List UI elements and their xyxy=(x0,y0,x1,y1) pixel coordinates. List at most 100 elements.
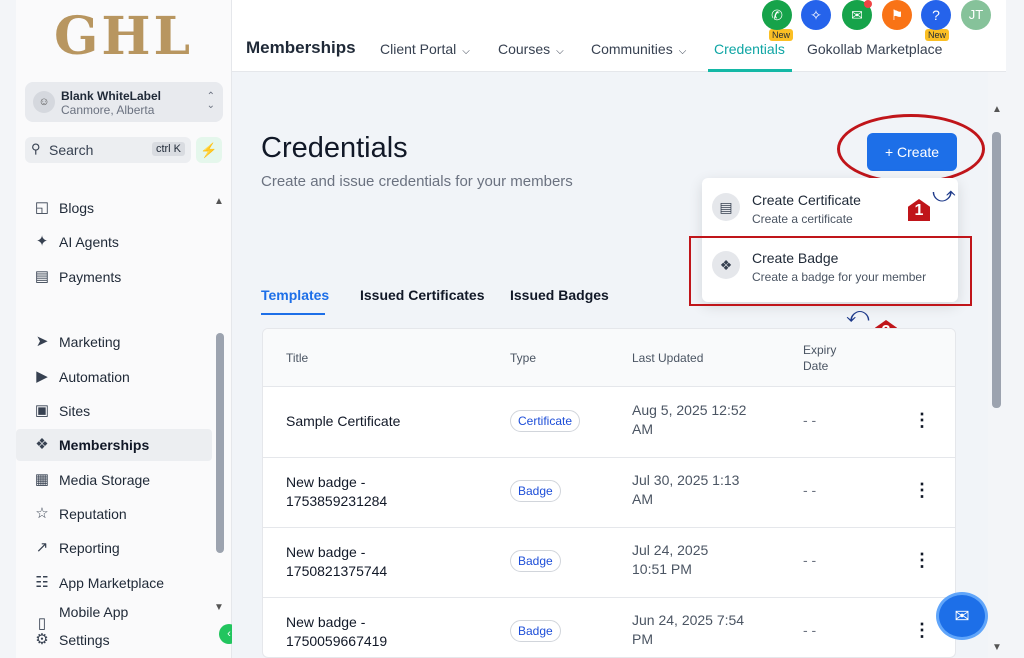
main-scrollbar[interactable]: ▲ ▼ xyxy=(990,104,1004,658)
title-line1: New badge - xyxy=(286,474,366,490)
sidebar-item-settings[interactable]: ⚙ Settings xyxy=(16,624,212,656)
sidebar-scroll-down-icon[interactable]: ▼ xyxy=(214,602,224,613)
chevron-down-icon: ⌵ xyxy=(678,46,687,57)
search-input[interactable]: ⚲ Search ctrl K xyxy=(25,137,191,163)
account-avatar-icon: ☺ xyxy=(33,91,55,113)
new-badge: New xyxy=(925,29,950,41)
title-line2: 1753859231284 xyxy=(286,493,388,509)
more-options-icon[interactable]: ⋮ xyxy=(913,410,931,431)
tab-credentials[interactable]: Credentials xyxy=(714,41,785,57)
award-icon: ❖ xyxy=(35,436,49,453)
row-title: Sample Certificate xyxy=(286,413,401,429)
annotation-arrow-1: ⤻ xyxy=(932,182,956,207)
sidebar-item-label: Mobile App xyxy=(59,604,129,620)
table-row[interactable]: Sample Certificate Certificate Aug 5, 20… xyxy=(263,388,955,458)
certificate-icon: ▤ xyxy=(712,193,740,221)
help-icon[interactable]: ? xyxy=(921,0,951,30)
notification-dot xyxy=(864,0,872,8)
quick-action-bolt-icon[interactable]: ⚡ xyxy=(196,137,222,163)
updated-line2: AM xyxy=(632,421,653,437)
browser-icon: ▣ xyxy=(34,402,50,419)
table-header: Title Type Last Updated Expiry Date xyxy=(263,329,955,387)
sidebar-item-ai-agents[interactable]: ✦ AI Agents xyxy=(16,226,212,258)
tab-label: Credentials xyxy=(714,41,785,57)
sidebar-item-label: App Marketplace xyxy=(59,575,165,591)
type-badge: Certificate xyxy=(510,410,581,432)
table-row[interactable]: New badge - 1750059667419 Badge Jun 24, 2… xyxy=(263,598,955,657)
more-options-icon[interactable]: ⋮ xyxy=(913,620,931,641)
title-line2: 1750821375744 xyxy=(286,563,388,579)
sidebar-item-media-storage[interactable]: ▦ Media Storage xyxy=(16,464,212,496)
scroll-down-icon[interactable]: ▼ xyxy=(992,642,1002,653)
sidebar-item-reporting[interactable]: ↗ Reporting xyxy=(16,532,212,564)
main-content: Credentials Create and issue credentials… xyxy=(232,72,988,658)
sidebar-item-memberships[interactable]: ❖ Memberships xyxy=(16,429,212,461)
tab-issued-badges[interactable]: Issued Badges xyxy=(510,287,609,303)
table-row[interactable]: New badge - 1753859231284 Badge Jul 30, 2… xyxy=(263,458,955,528)
chevron-updown-icon: ⌃ ⌄ xyxy=(206,91,215,111)
tab-issued-certificates[interactable]: Issued Certificates xyxy=(360,287,485,303)
updated-line1: Jun 24, 2025 7:54 xyxy=(632,612,745,628)
annotation-ring xyxy=(837,114,985,184)
updated-line1: Jul 24, 2025 xyxy=(632,542,709,558)
sidebar-item-label: Reporting xyxy=(59,540,120,556)
tab-communities[interactable]: Communities ⌵ xyxy=(591,41,686,57)
search-label: Search xyxy=(49,142,94,158)
type-badge: Badge xyxy=(510,480,561,502)
updated-line2: PM xyxy=(632,631,653,647)
sidebar-item-payments[interactable]: ▤ Payments xyxy=(16,261,212,293)
user-avatar[interactable]: JT xyxy=(961,0,991,30)
table-row[interactable]: New badge - 1750821375744 Badge Jul 24, 2… xyxy=(263,528,955,598)
more-options-icon[interactable]: ⋮ xyxy=(913,550,931,571)
search-shortcut: ctrl K xyxy=(151,142,185,156)
menu-item-title: Create Certificate xyxy=(752,192,861,208)
tab-courses[interactable]: Courses ⌵ xyxy=(498,41,564,57)
page-title: Credentials xyxy=(261,132,408,164)
sidebar-item-automation[interactable]: ▶ Automation xyxy=(16,361,212,393)
row-updated: Jul 24, 2025 10:51 PM xyxy=(632,541,708,579)
sidebar-scrollbar[interactable] xyxy=(216,333,224,553)
menu-item-desc: Create a certificate xyxy=(752,212,853,226)
scroll-up-icon[interactable]: ▲ xyxy=(992,104,1002,115)
send-icon: ➤ xyxy=(35,333,49,350)
sidebar-item-sites[interactable]: ▣ Sites xyxy=(16,395,212,427)
updated-line2: AM xyxy=(632,491,653,507)
tab-gokollab-marketplace[interactable]: Gokollab Marketplace xyxy=(807,41,942,57)
col-expiry-line2: Date xyxy=(803,359,829,373)
sidebar-item-label: Reputation xyxy=(59,506,127,522)
page-section-title: Memberships xyxy=(246,38,356,57)
new-badge: New xyxy=(769,29,794,41)
trend-icon: ↗ xyxy=(35,539,49,556)
updated-line1: Jul 30, 2025 1:13 xyxy=(632,472,740,488)
row-updated: Aug 5, 2025 12:52 AM xyxy=(632,401,746,439)
chat-support-icon[interactable]: ✉ xyxy=(936,592,988,640)
type-badge: Badge xyxy=(510,550,561,572)
sidebar-item-label: Payments xyxy=(59,269,122,285)
sparkle-icon: ✦ xyxy=(35,233,49,250)
more-options-icon[interactable]: ⋮ xyxy=(913,480,931,501)
tab-templates[interactable]: Templates xyxy=(261,287,329,303)
tab-label: Communities xyxy=(591,41,673,57)
sidebar-scroll-up-icon[interactable]: ▲ xyxy=(214,196,224,207)
col-last-updated: Last Updated xyxy=(632,351,704,365)
bell-icon[interactable]: ⚑ xyxy=(882,0,912,30)
updated-line2: 10:51 PM xyxy=(632,561,692,577)
sidebar-item-label: Memberships xyxy=(59,437,150,453)
sidebar: GHL ☺ Blank WhiteLabel Canmore, Alberta … xyxy=(16,0,239,658)
sidebar-item-app-marketplace[interactable]: ☷ App Marketplace xyxy=(16,567,212,599)
cube-icon: ◱ xyxy=(34,199,50,216)
tab-client-portal[interactable]: Client Portal ⌵ xyxy=(380,41,470,57)
sidebar-item-label: Media Storage xyxy=(59,472,151,488)
account-switcher[interactable]: ☺ Blank WhiteLabel Canmore, Alberta ⌃ ⌄ xyxy=(25,82,223,122)
sidebar-item-label: Marketing xyxy=(59,334,121,350)
row-title: New badge - 1753859231284 xyxy=(286,473,387,511)
grid-icon: ☷ xyxy=(35,574,49,591)
scrollbar-thumb[interactable] xyxy=(992,132,1001,408)
sidebar-item-reputation[interactable]: ☆ Reputation xyxy=(16,498,212,530)
sidebar-item-blogs[interactable]: ◱ Blogs xyxy=(16,192,212,224)
magic-sparkle-icon[interactable]: ✧ xyxy=(801,0,831,30)
sidebar-item-marketing[interactable]: ➤ Marketing xyxy=(16,326,212,358)
col-expiry: Expiry Date xyxy=(803,342,836,374)
phone-icon[interactable]: ✆ xyxy=(762,0,792,30)
col-type: Type xyxy=(510,351,537,365)
